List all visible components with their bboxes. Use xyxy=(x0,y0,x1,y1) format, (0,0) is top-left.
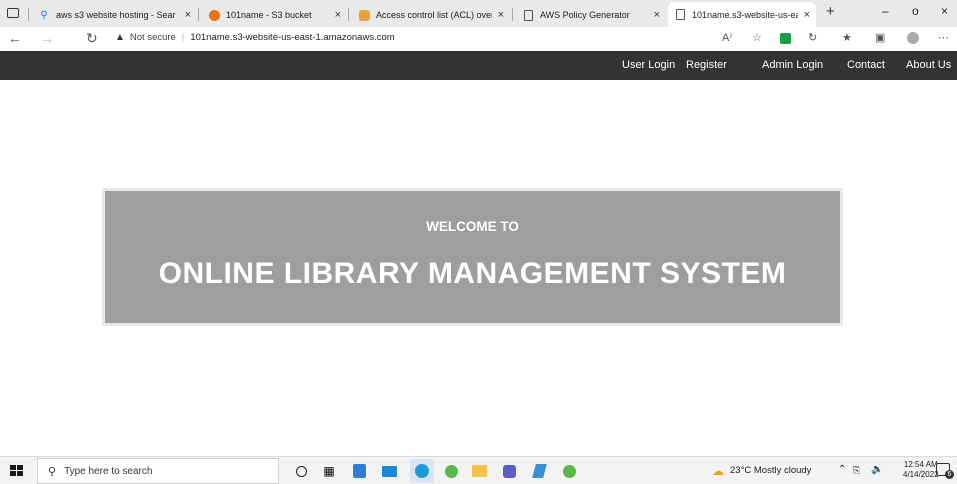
back-icon[interactable]: ← xyxy=(8,30,22,46)
minimize-button[interactable]: – xyxy=(882,4,889,18)
search-icon: ⚲ xyxy=(40,9,48,21)
read-aloud-icon[interactable]: A⁾ xyxy=(722,31,732,44)
collections-icon[interactable]: ▣ xyxy=(875,31,885,44)
close-tab-icon[interactable]: × xyxy=(498,9,504,21)
welcome-banner: WELCOME TO ONLINE LIBRARY MANAGEMENT SYS… xyxy=(102,188,843,326)
notification-badge: 6 xyxy=(945,470,954,479)
tab-search[interactable]: ⚲ aws s3 website hosting - Sear × xyxy=(32,3,197,27)
tab-active-website[interactable]: 101name.s3-website-us-east × xyxy=(668,2,816,27)
tab-title: aws s3 website hosting - Sear xyxy=(56,10,176,20)
app-icon[interactable] xyxy=(560,462,578,480)
page-icon xyxy=(674,9,686,21)
site-navbar: User Login Register Admin Login Contact … xyxy=(0,51,957,80)
calculator-icon[interactable] xyxy=(350,462,368,480)
warning-icon: ▲ xyxy=(115,32,125,43)
new-tab-button[interactable]: + xyxy=(826,3,835,20)
weather-text[interactable]: 23°C Mostly cloudy xyxy=(730,465,811,476)
refresh-icon[interactable]: ↻ xyxy=(86,30,98,47)
taskbar-search-input[interactable]: ⚲ Type here to search xyxy=(37,458,279,484)
network-icon[interactable]: ⎘ xyxy=(853,465,860,476)
page-icon xyxy=(522,9,534,21)
clock-time: 12:54 AM xyxy=(903,460,938,469)
maximize-button[interactable]: o xyxy=(912,4,919,18)
close-tab-icon[interactable]: × xyxy=(804,9,810,21)
address-divider: | xyxy=(181,32,185,43)
more-menu-icon[interactable]: ⋯ xyxy=(938,31,949,44)
notepad-icon[interactable] xyxy=(530,462,548,480)
file-explorer-icon[interactable] xyxy=(470,462,488,480)
tab-title: 101name.s3-website-us-east xyxy=(692,9,798,20)
search-icon: ⚲ xyxy=(48,465,57,478)
aws-icon xyxy=(358,9,370,21)
nav-about-us[interactable]: About Us xyxy=(906,59,951,71)
tab-s3-bucket[interactable]: 101name - S3 bucket × xyxy=(202,3,347,27)
show-hidden-icons[interactable]: ⌃ xyxy=(838,464,846,475)
url-text[interactable]: 101name.s3-website-us-east-1.amazonaws.c… xyxy=(190,32,394,43)
nav-user-login[interactable]: User Login xyxy=(622,59,675,71)
tab-acl-overview[interactable]: Access control list (ACL) over × xyxy=(352,3,510,27)
browser-toolbar: ← → ↻ ▲ Not secure | 101name.s3-website-… xyxy=(0,27,957,51)
task-view-icon[interactable]: ▦ xyxy=(320,462,338,480)
volume-icon[interactable]: 🔈 xyxy=(871,464,883,475)
security-label[interactable]: Not secure xyxy=(130,32,176,43)
chrome-icon[interactable] xyxy=(442,462,460,480)
close-tab-icon[interactable]: × xyxy=(335,9,341,21)
close-tab-icon[interactable]: × xyxy=(185,9,191,21)
search-placeholder: Type here to search xyxy=(64,465,153,477)
nav-contact[interactable]: Contact xyxy=(847,59,885,71)
mail-icon[interactable] xyxy=(380,462,398,480)
tab-actions-icon[interactable] xyxy=(7,8,19,18)
extension-icon[interactable] xyxy=(780,33,791,44)
weather-icon[interactable]: ☁ xyxy=(712,464,724,478)
profile-avatar[interactable] xyxy=(907,32,919,44)
browser-tab-strip: ⚲ aws s3 website hosting - Sear × 101nam… xyxy=(0,0,957,27)
teams-icon[interactable] xyxy=(500,462,518,480)
forward-icon[interactable]: → xyxy=(40,30,54,46)
windows-start-icon[interactable] xyxy=(10,465,23,477)
refresh-extension-icon[interactable]: ↻ xyxy=(808,31,817,44)
nav-admin-login[interactable]: Admin Login xyxy=(762,59,823,71)
favorite-star-icon[interactable]: ☆ xyxy=(752,31,762,44)
nav-register[interactable]: Register xyxy=(686,59,727,71)
address-bar[interactable]: ▲ Not secure | 101name.s3-website-us-eas… xyxy=(115,32,395,43)
tab-policy-generator[interactable]: AWS Policy Generator × xyxy=(516,3,666,27)
tab-title: 101name - S3 bucket xyxy=(226,10,312,20)
page-title: ONLINE LIBRARY MANAGEMENT SYSTEM xyxy=(158,257,787,290)
close-tab-icon[interactable]: × xyxy=(654,9,660,21)
windows-taskbar: ⚲ Type here to search ▦ ☁ 23°C Mostly cl… xyxy=(0,456,957,484)
aws-icon xyxy=(208,9,220,21)
system-clock[interactable]: 12:54 AM 4/14/2022 xyxy=(903,460,939,480)
favorites-icon[interactable]: ★ xyxy=(842,31,852,44)
close-window-button[interactable]: × xyxy=(941,4,948,18)
clock-date: 4/14/2022 xyxy=(903,470,939,479)
cortana-icon[interactable] xyxy=(292,462,310,480)
tab-title: Access control list (ACL) over xyxy=(376,10,492,20)
edge-icon[interactable] xyxy=(410,459,434,483)
tab-title: AWS Policy Generator xyxy=(540,10,630,20)
welcome-text: WELCOME TO xyxy=(426,219,519,234)
